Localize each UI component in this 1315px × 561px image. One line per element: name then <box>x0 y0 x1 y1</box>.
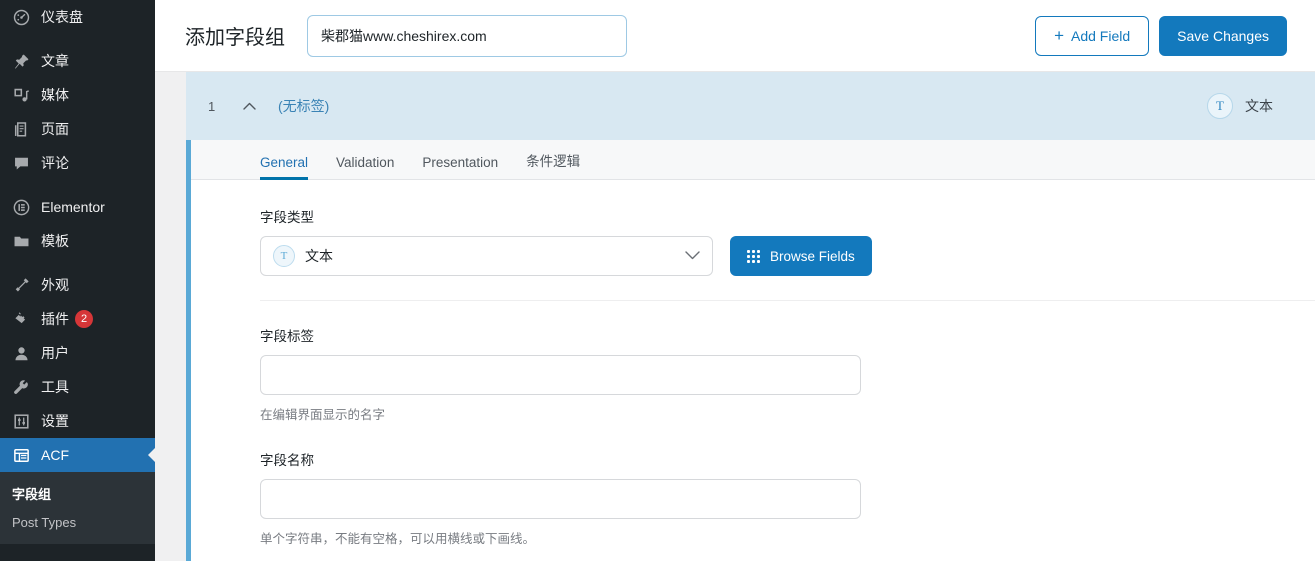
sidebar-item-label: 外观 <box>41 278 69 292</box>
grid-dots-icon <box>747 250 760 263</box>
sidebar-item-label: 仪表盘 <box>41 10 83 24</box>
browse-fields-button[interactable]: Browse Fields <box>730 236 872 276</box>
field-label-row: 字段标签 在编辑界面显示的名字 <box>260 301 1315 447</box>
field-type-select[interactable]: T 文本 <box>260 236 713 276</box>
sidebar-item-媒体[interactable]: 媒体 <box>0 78 155 112</box>
field-name-input[interactable] <box>260 479 861 519</box>
sidebar-item-elementor[interactable]: Elementor <box>0 190 155 224</box>
chevron-up-icon[interactable] <box>234 102 264 110</box>
wp-admin-sidebar: 仪表盘文章媒体页面评论 Elementor 模板外观插件 2 用户工具设置 ACF 字段组… <box>0 0 155 561</box>
field-type-selected-value: 文本 <box>305 246 333 266</box>
sidebar-item-label: 插件 <box>41 312 69 326</box>
sidebar-item-评论[interactable]: 评论 <box>0 146 155 180</box>
sidebar-item-label: 模板 <box>41 234 69 248</box>
sidebar-item-label: 页面 <box>41 122 69 136</box>
page-title: 添加字段组 <box>185 21 285 50</box>
pin-icon <box>10 51 32 71</box>
sidebar-item-文章[interactable]: 文章 <box>0 44 155 78</box>
sidebar-item-label: 文章 <box>41 54 69 68</box>
sidebar-item-仪表盘[interactable]: 仪表盘 <box>0 0 155 34</box>
field-row-label[interactable]: (无标签) <box>278 96 329 116</box>
tab-条件逻辑[interactable]: 条件逻辑 <box>526 150 580 179</box>
comments-icon <box>10 153 32 173</box>
templates-icon <box>10 231 32 251</box>
field-settings-tabs: General Validation Presentation 条件逻辑 <box>186 140 1315 180</box>
dashboard-icon <box>10 7 32 27</box>
settings-icon <box>10 411 32 431</box>
sidebar-item-外观[interactable]: 外观 <box>0 268 155 302</box>
text-field-type-icon: T <box>273 245 295 267</box>
appearance-icon <box>10 275 32 295</box>
add-field-button[interactable]: + Add Field <box>1035 16 1149 56</box>
submenu-item-0[interactable]: 字段组 <box>0 478 155 509</box>
users-icon <box>10 343 32 363</box>
tab-presentation[interactable]: Presentation <box>422 155 498 179</box>
text-field-type-icon: T <box>1207 93 1233 119</box>
field-name-label: 字段名称 <box>260 449 1315 469</box>
field-label-label: 字段标签 <box>260 325 1315 345</box>
sidebar-item-label: 设置 <box>41 414 69 428</box>
field-name-row: 字段名称 单个字符串，不能有空格，可以用横线或下画线。 <box>260 447 1315 561</box>
field-order-number: 1 <box>208 99 234 114</box>
sidebar-item-label: 评论 <box>41 156 69 170</box>
field-body: General Validation Presentation 条件逻辑 字段类型 T… <box>186 140 1315 561</box>
sidebar-item-acf[interactable]: ACF <box>0 438 155 472</box>
field-settings-form: 字段类型 T 文本 <box>186 180 1315 561</box>
plugins-icon <box>10 309 32 329</box>
media-icon <box>10 85 32 105</box>
sidebar-submenu-acf: 字段组Post Types <box>0 472 155 544</box>
sidebar-item-label: Elementor <box>41 200 105 214</box>
field-type-row: 字段类型 T 文本 <box>260 206 1315 301</box>
chevron-down-icon[interactable] <box>685 247 700 265</box>
acf-icon <box>10 445 32 465</box>
field-type-controls: T 文本 <box>260 236 1315 276</box>
field-card: 1 (无标签) T 文本 GeneralValidationP <box>186 72 1315 561</box>
add-field-label: Add Field <box>1071 28 1130 44</box>
pages-icon <box>10 119 32 139</box>
field-row-type-label: 文本 <box>1245 96 1273 116</box>
field-name-help: 单个字符串，不能有空格，可以用横线或下画线。 <box>260 528 1315 547</box>
page-header: 添加字段组 + Add Field Save Changes <box>155 0 1315 72</box>
browse-fields-label: Browse Fields <box>770 249 855 264</box>
sidebar-item-设置[interactable]: 设置 <box>0 404 155 438</box>
sidebar-item-label: 用户 <box>41 346 69 360</box>
field-group-title-input[interactable] <box>307 15 627 57</box>
acf-field-group-editor: 仪表盘文章媒体页面评论 Elementor 模板外观插件 2 用户工具设置 ACF 字段组… <box>0 0 1315 561</box>
sidebar-item-工具[interactable]: 工具 <box>0 370 155 404</box>
tab-validation[interactable]: Validation <box>336 155 394 179</box>
plus-icon: + <box>1054 27 1064 44</box>
sidebar-menu: 仪表盘文章媒体页面评论 Elementor 模板外观插件 2 用户工具设置 ACF <box>0 0 155 472</box>
sidebar-item-label: 媒体 <box>41 88 69 102</box>
tab-general[interactable]: General <box>260 155 308 179</box>
fields-area: 1 (无标签) T 文本 GeneralValidationP <box>155 72 1315 561</box>
sidebar-item-label: 工具 <box>41 380 69 394</box>
field-label-input[interactable] <box>260 355 861 395</box>
sidebar-item-用户[interactable]: 用户 <box>0 336 155 370</box>
main-content: 添加字段组 + Add Field Save Changes 1 <box>155 0 1315 561</box>
elementor-icon <box>10 197 32 217</box>
field-label-help: 在编辑界面显示的名字 <box>260 404 1315 423</box>
submenu-item-1[interactable]: Post Types <box>0 509 155 536</box>
field-row-header[interactable]: 1 (无标签) T 文本 <box>186 72 1315 140</box>
active-field-accent-bar <box>186 140 191 561</box>
sidebar-item-label: ACF <box>41 448 69 462</box>
sidebar-item-页面[interactable]: 页面 <box>0 112 155 146</box>
sidebar-item-插件[interactable]: 插件 2 <box>0 302 155 336</box>
sidebar-item-模板[interactable]: 模板 <box>0 224 155 258</box>
sidebar-item-badge: 2 <box>75 310 93 328</box>
tools-icon <box>10 377 32 397</box>
field-type-label: 字段类型 <box>260 206 1315 226</box>
field-row-type: T 文本 <box>1207 93 1273 119</box>
save-changes-label: Save Changes <box>1177 28 1269 44</box>
save-changes-button[interactable]: Save Changes <box>1159 16 1287 56</box>
